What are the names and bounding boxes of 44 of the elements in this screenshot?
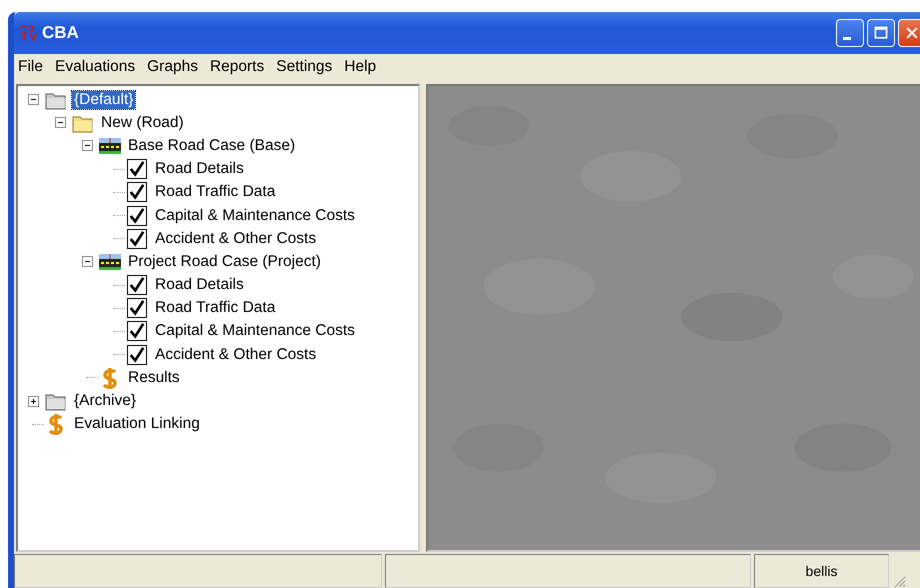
- menu-item[interactable]: Evaluations: [50, 58, 142, 76]
- tree-item[interactable]: Project Road Case (Project): [126, 252, 323, 271]
- menu-item[interactable]: Reports: [206, 58, 270, 76]
- tree-item[interactable]: {Archive}: [72, 392, 138, 410]
- menu-item[interactable]: File: [14, 58, 49, 76]
- tree-item[interactable]: New (Road): [99, 114, 186, 132]
- menu-item[interactable]: Graphs: [143, 58, 204, 76]
- resize-grip-icon[interactable]: [892, 574, 906, 588]
- tree-item[interactable]: Results: [126, 368, 182, 387]
- collapse-icon[interactable]: [82, 256, 93, 268]
- collapse-icon[interactable]: [82, 140, 93, 152]
- tree-item[interactable]: Road Traffic Data: [153, 183, 278, 202]
- close-icon: [904, 25, 920, 41]
- checkbox[interactable]: [127, 228, 147, 249]
- menu-item[interactable]: Help: [340, 58, 382, 76]
- tree-item[interactable]: Base Road Case (Base): [126, 136, 298, 155]
- checkbox[interactable]: [127, 275, 147, 296]
- tree-item[interactable]: Capital & Maintenance Costs: [153, 206, 357, 225]
- checkbox[interactable]: [127, 206, 147, 226]
- menu-item[interactable]: Settings: [272, 58, 338, 76]
- checkbox[interactable]: [127, 159, 147, 180]
- collapse-icon[interactable]: [28, 94, 39, 106]
- tree-item[interactable]: Road Traffic Data: [153, 299, 278, 318]
- window-title: CBA: [42, 23, 80, 43]
- tree-item[interactable]: Accident & Other Costs: [153, 346, 318, 364]
- checkbox[interactable]: [127, 182, 147, 202]
- tree-item[interactable]: Capital & Maintenance Costs: [153, 322, 357, 340]
- maximize-button[interactable]: [867, 19, 895, 47]
- tree-item[interactable]: Road Details: [153, 160, 246, 178]
- tree-item[interactable]: {Default}: [72, 90, 136, 109]
- checkbox[interactable]: [127, 321, 147, 342]
- tree-item[interactable]: Evaluation Linking: [72, 415, 202, 434]
- app-logo-icon: [18, 23, 38, 43]
- tree-item[interactable]: Accident & Other Costs: [153, 230, 318, 248]
- expand-icon[interactable]: [28, 396, 39, 407]
- checkbox[interactable]: [127, 298, 147, 318]
- checkbox[interactable]: [127, 344, 147, 365]
- tree-item[interactable]: Road Details: [153, 276, 246, 294]
- maximize-icon: [873, 25, 889, 41]
- minimize-button[interactable]: [836, 19, 864, 47]
- minimize-icon: [843, 36, 851, 40]
- collapse-icon[interactable]: [55, 117, 66, 128]
- close-button[interactable]: [898, 19, 920, 47]
- status-user: bellis: [754, 554, 889, 588]
